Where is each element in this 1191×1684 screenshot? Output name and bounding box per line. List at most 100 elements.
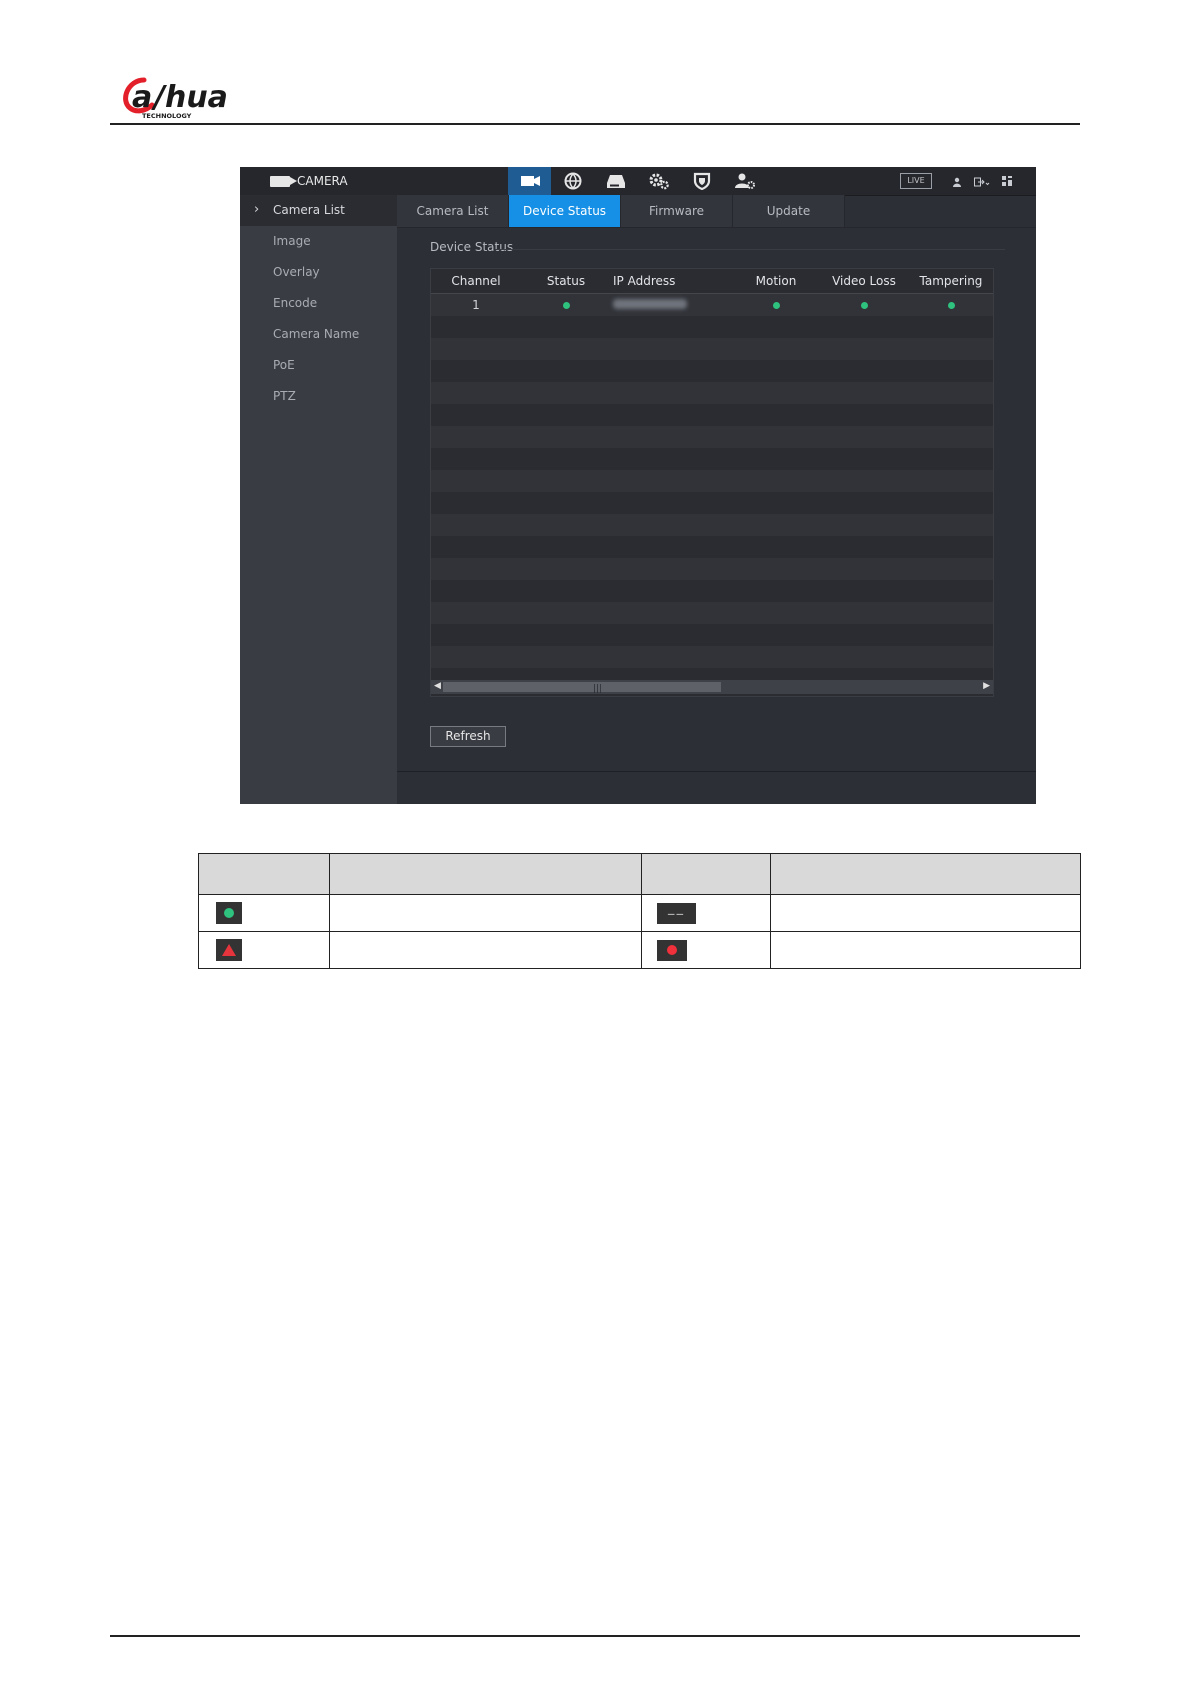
tab-divider bbox=[397, 227, 1036, 228]
camera-module-icon bbox=[270, 175, 297, 187]
header-cell bbox=[198, 853, 330, 895]
sidebar-item-poe[interactable]: PoE bbox=[240, 350, 397, 381]
live-button[interactable]: LIVE bbox=[900, 173, 932, 189]
table-row bbox=[431, 448, 993, 470]
svg-text:TECHNOLOGY: TECHNOLOGY bbox=[142, 112, 192, 120]
camera-icon[interactable] bbox=[508, 167, 551, 195]
icon-cell bbox=[198, 894, 330, 932]
scroll-grip-icon: ||| bbox=[593, 684, 603, 694]
tab-device-status[interactable]: Device Status bbox=[509, 195, 621, 227]
dahua-logo: a /hua TECHNOLOGY bbox=[123, 77, 228, 120]
table-row bbox=[431, 404, 993, 426]
motion-status-icon bbox=[772, 302, 780, 309]
security-icon[interactable] bbox=[680, 167, 723, 195]
system-icon[interactable] bbox=[637, 167, 680, 195]
description-cell bbox=[770, 931, 1081, 969]
sidebar-item-overlay[interactable]: Overlay bbox=[240, 257, 397, 288]
tampering-cell bbox=[909, 298, 993, 312]
user-icon[interactable] bbox=[952, 172, 962, 191]
header-rule bbox=[110, 123, 1080, 125]
bottom-divider bbox=[397, 771, 1036, 772]
table-row bbox=[431, 602, 993, 624]
table-row bbox=[431, 316, 993, 338]
section-title: Device Status bbox=[430, 240, 514, 254]
red-dot-icon bbox=[657, 939, 687, 961]
table-row bbox=[431, 426, 993, 448]
column-header-status[interactable]: Status bbox=[521, 274, 611, 288]
description-cell bbox=[329, 894, 642, 932]
table-row bbox=[431, 624, 993, 646]
scroll-left-icon[interactable]: ◀ bbox=[434, 681, 441, 691]
logout-icon[interactable] bbox=[974, 172, 990, 191]
warning-triangle-icon bbox=[216, 939, 242, 961]
ip-address-redacted bbox=[613, 299, 687, 309]
table-row bbox=[431, 514, 993, 536]
status-icon-table: ‒‒ bbox=[198, 853, 1081, 969]
column-header-tampering[interactable]: Tampering bbox=[909, 274, 993, 288]
tab-firmware[interactable]: Firmware bbox=[621, 195, 733, 227]
table-row: ‒‒ bbox=[198, 894, 1081, 932]
storage-icon[interactable] bbox=[594, 167, 637, 195]
header-cell bbox=[329, 853, 642, 895]
device-status-table: Channel Status IP Address Motion Video L… bbox=[430, 268, 994, 697]
description-cell bbox=[770, 894, 1081, 932]
table-row bbox=[431, 382, 993, 404]
motion-cell bbox=[733, 298, 819, 312]
table-row bbox=[431, 646, 993, 668]
icon-cell bbox=[198, 931, 330, 969]
column-header-motion[interactable]: Motion bbox=[733, 274, 819, 288]
header-cell bbox=[641, 853, 771, 895]
ip-address-cell bbox=[611, 298, 733, 312]
svg-text:a: a bbox=[132, 80, 152, 115]
header-cell bbox=[770, 853, 1081, 895]
account-icon[interactable] bbox=[723, 167, 766, 195]
online-status-icon bbox=[562, 302, 570, 309]
main-nav bbox=[508, 167, 766, 195]
refresh-button[interactable]: Refresh bbox=[430, 726, 506, 747]
tab-update[interactable]: Update bbox=[733, 195, 845, 227]
table-row bbox=[431, 492, 993, 514]
table-row bbox=[431, 470, 993, 492]
table-row bbox=[431, 536, 993, 558]
module-title: CAMERA bbox=[270, 167, 348, 195]
network-icon[interactable] bbox=[551, 167, 594, 195]
table-row bbox=[431, 558, 993, 580]
table-header-row bbox=[198, 853, 1081, 895]
table-row bbox=[198, 931, 1081, 969]
layout-grid-icon[interactable] bbox=[1002, 172, 1013, 191]
sidebar-item-ptz[interactable]: PTZ bbox=[240, 381, 397, 412]
icon-cell: ‒‒ bbox=[641, 894, 771, 932]
tampering-status-icon bbox=[947, 302, 955, 309]
status-cell bbox=[521, 298, 611, 312]
sidebar-item-encode[interactable]: Encode bbox=[240, 288, 397, 319]
horizontal-scrollbar[interactable]: ◀ ||| ▶ bbox=[431, 680, 993, 694]
table-row[interactable]: 1 bbox=[431, 294, 993, 316]
sidebar-item-image[interactable]: Image bbox=[240, 226, 397, 257]
footer-rule bbox=[110, 1635, 1080, 1637]
tab-bar: Camera List Device Status Firmware Updat… bbox=[397, 195, 845, 227]
table-row bbox=[431, 580, 993, 602]
table-row bbox=[431, 360, 993, 382]
top-bar: CAMERA LIVE bbox=[240, 167, 1036, 196]
sidebar-item-camera-list[interactable]: Camera List bbox=[240, 194, 397, 226]
channel-cell: 1 bbox=[472, 298, 480, 312]
scrollbar-thumb[interactable]: ||| bbox=[443, 682, 721, 694]
video-loss-cell bbox=[819, 298, 909, 312]
device-status-screen: CAMERA LIVE › Camera List Image Overlay … bbox=[240, 167, 1036, 804]
scroll-right-icon[interactable]: ▶ bbox=[983, 681, 990, 691]
section-rule bbox=[495, 249, 1005, 250]
svg-text:/hua: /hua bbox=[151, 80, 228, 115]
video-loss-status-icon bbox=[860, 302, 868, 309]
module-title-text: CAMERA bbox=[297, 174, 348, 188]
column-header-ip-address[interactable]: IP Address bbox=[611, 274, 733, 288]
green-dot-icon bbox=[216, 902, 242, 924]
tab-camera-list[interactable]: Camera List bbox=[397, 195, 509, 227]
column-header-video-loss[interactable]: Video Loss bbox=[819, 274, 909, 288]
icon-cell bbox=[641, 931, 771, 969]
table-header: Channel Status IP Address Motion Video L… bbox=[431, 269, 993, 294]
table-body: 1 bbox=[431, 294, 993, 690]
sidebar-item-camera-name[interactable]: Camera Name bbox=[240, 319, 397, 350]
top-right-controls bbox=[952, 167, 1013, 195]
column-header-channel[interactable]: Channel bbox=[431, 274, 521, 288]
dashes-icon: ‒‒ bbox=[657, 902, 696, 924]
